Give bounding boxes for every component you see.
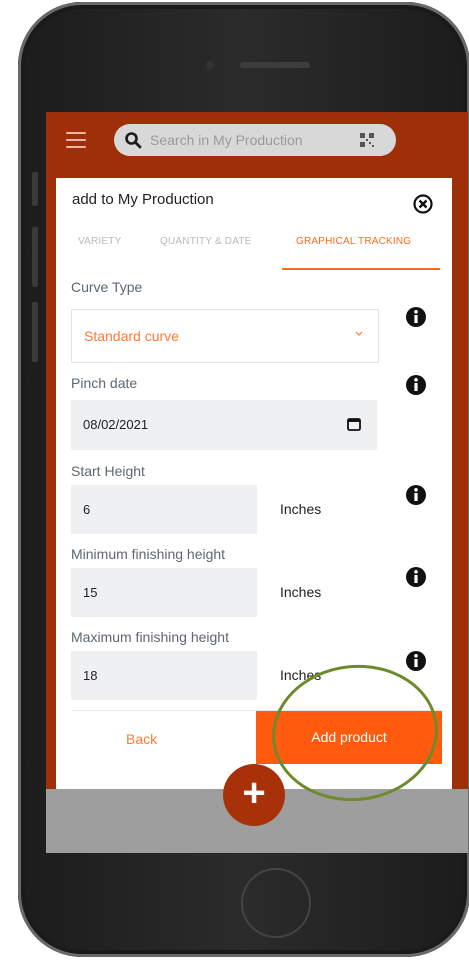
add-fab-button[interactable]: +: [223, 764, 285, 826]
volume-down-button: [32, 302, 38, 362]
back-button[interactable]: Back: [126, 731, 157, 747]
calendar-icon[interactable]: [347, 417, 361, 431]
max-height-label: Maximum finishing height: [71, 629, 229, 645]
tab-variety[interactable]: VARIETY: [78, 236, 121, 247]
min-height-label: Minimum finishing height: [71, 546, 226, 562]
top-bar: Search in My Production: [46, 112, 468, 172]
start-height-label: Start Height: [71, 463, 145, 479]
info-icon[interactable]: [405, 374, 427, 396]
mute-switch: [32, 172, 38, 206]
search-placeholder: Search in My Production: [150, 132, 303, 148]
pinch-date-input[interactable]: 08/02/2021: [71, 400, 377, 450]
qr-code-icon[interactable]: [360, 133, 374, 147]
start-height-unit: Inches: [280, 501, 322, 517]
min-height-unit: Inches: [280, 584, 322, 600]
front-camera: [206, 61, 214, 69]
curve-type-label: Curve Type: [71, 279, 143, 295]
pinch-date-value: 08/02/2021: [83, 417, 149, 432]
speaker-grille: [240, 62, 310, 68]
start-height-input[interactable]: 6: [71, 485, 257, 534]
info-icon[interactable]: [405, 306, 427, 328]
info-icon[interactable]: [405, 484, 427, 506]
start-height-value: 6: [83, 502, 91, 517]
menu-icon[interactable]: [66, 132, 86, 148]
active-tab-indicator: [282, 268, 440, 270]
plus-icon: +: [242, 771, 266, 815]
volume-up-button: [32, 227, 38, 287]
info-icon[interactable]: [405, 566, 427, 588]
search-bar[interactable]: Search in My Production: [114, 124, 396, 156]
chevron-down-icon: [355, 331, 363, 336]
tab-quantity-date[interactable]: QUANTITY & DATE: [160, 236, 252, 247]
search-icon: [125, 132, 142, 149]
curve-type-value: Standard curve: [84, 328, 179, 344]
pinch-date-label: Pinch date: [71, 375, 138, 391]
max-height-input[interactable]: 18: [71, 651, 257, 700]
tab-graphical-tracking[interactable]: GRAPHICAL TRACKING: [296, 236, 411, 247]
close-icon[interactable]: [413, 194, 433, 214]
home-button[interactable]: [241, 868, 311, 938]
dialog-title: add to My Production: [72, 191, 214, 208]
max-height-value: 18: [83, 668, 98, 683]
min-height-value: 15: [83, 585, 98, 600]
tab-bar: VARIETY QUANTITY & DATE GRAPHICAL TRACKI…: [56, 224, 452, 276]
curve-type-select[interactable]: Standard curve: [71, 309, 379, 363]
min-height-input[interactable]: 15: [71, 568, 257, 617]
info-icon[interactable]: [405, 650, 427, 672]
